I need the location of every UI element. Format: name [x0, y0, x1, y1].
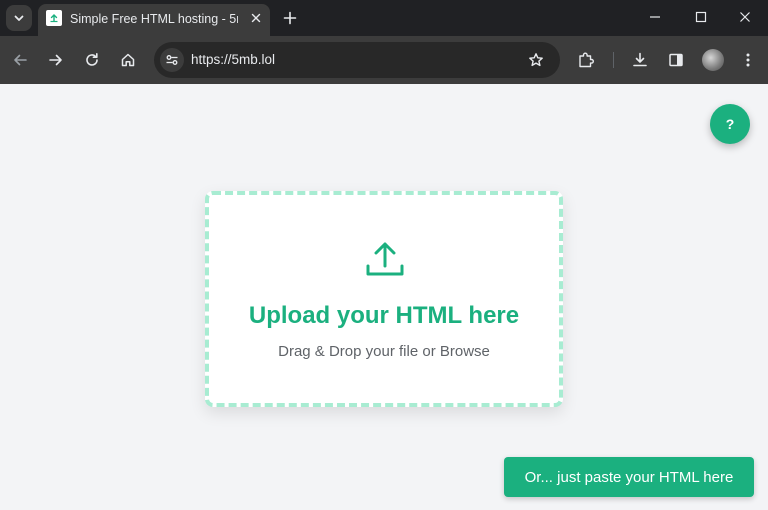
- upload-dropzone[interactable]: Upload your HTML here Drag & Drop your f…: [205, 191, 563, 407]
- window-close-button[interactable]: [722, 0, 768, 34]
- profile-avatar[interactable]: [702, 49, 724, 71]
- reload-button[interactable]: [80, 48, 104, 72]
- close-icon: [740, 12, 750, 22]
- star-icon: [529, 53, 543, 67]
- toolbar-divider: [613, 52, 614, 68]
- puzzle-icon: [579, 52, 594, 68]
- upload-subtitle: Drag & Drop your file or Browse: [278, 343, 490, 360]
- page-content: ? Upload your HTML here Drag & Drop your…: [0, 84, 768, 510]
- back-button[interactable]: [8, 48, 32, 72]
- close-icon: [251, 13, 261, 23]
- maximize-icon: [695, 11, 707, 23]
- home-button[interactable]: [116, 48, 140, 72]
- arrow-left-icon: [14, 54, 27, 66]
- reload-icon: [86, 53, 98, 66]
- minimize-button[interactable]: [632, 0, 678, 34]
- url-text: https://5mb.lol: [191, 52, 276, 67]
- side-panel-button[interactable]: [664, 48, 688, 72]
- chevron-down-icon: [14, 15, 24, 21]
- tab-title: Simple Free HTML hosting - 5mb.lol: [70, 12, 238, 26]
- site-info-button[interactable]: [160, 48, 184, 72]
- tab-search-button[interactable]: [6, 5, 32, 31]
- browser-toolbar: https://5mb.lol: [0, 36, 768, 84]
- browser-tab[interactable]: Simple Free HTML hosting - 5mb.lol: [38, 4, 270, 36]
- more-vert-icon: [746, 53, 750, 67]
- upload-icon: [366, 242, 404, 276]
- forward-button[interactable]: [44, 48, 68, 72]
- upload-title: Upload your HTML here: [248, 302, 520, 329]
- address-bar[interactable]: https://5mb.lol: [154, 42, 560, 78]
- arrow-right-icon: [49, 54, 62, 66]
- minimize-icon: [650, 16, 660, 18]
- maximize-button[interactable]: [678, 0, 724, 34]
- menu-button[interactable]: [736, 48, 760, 72]
- extensions-button[interactable]: [574, 48, 598, 72]
- home-icon: [121, 53, 135, 67]
- tune-icon: [166, 55, 178, 65]
- bookmark-button[interactable]: [524, 48, 548, 72]
- download-icon: [633, 52, 647, 67]
- plus-icon: [283, 11, 297, 25]
- help-button[interactable]: ?: [710, 104, 750, 144]
- downloads-button[interactable]: [628, 48, 652, 72]
- tab-close-button[interactable]: [246, 8, 266, 28]
- new-tab-button[interactable]: [278, 6, 302, 30]
- browser-titlebar: Simple Free HTML hosting - 5mb.lol: [0, 0, 768, 36]
- favicon-icon: [46, 10, 62, 26]
- side-panel-icon: [669, 53, 683, 67]
- paste-html-button[interactable]: Or... just paste your HTML here: [504, 457, 754, 497]
